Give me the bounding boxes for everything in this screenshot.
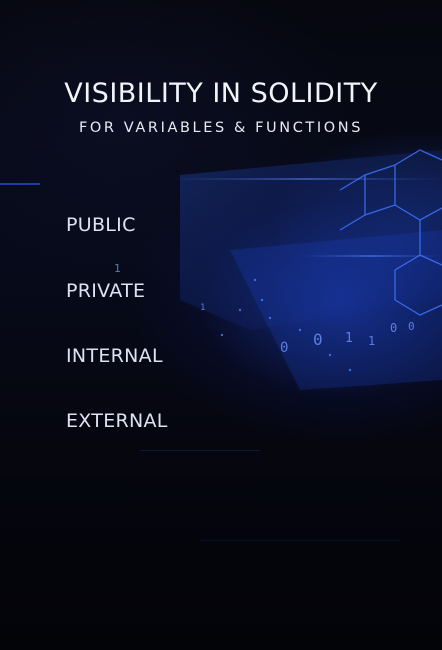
- visibility-item-external: EXTERNAL: [66, 410, 168, 432]
- binary-digit: 1: [368, 334, 375, 348]
- light-streak: [140, 450, 260, 451]
- light-beam: [170, 178, 442, 180]
- binary-digit: 0: [408, 320, 415, 333]
- slide-canvas: 1 0 0 1 1 0 0 1 VISIBILITY IN SOLIDITY F…: [0, 0, 442, 650]
- visibility-item-internal: INTERNAL: [66, 345, 163, 367]
- light-beam: [300, 255, 442, 257]
- angled-panel-shape: [230, 230, 442, 390]
- binary-digit: 1: [114, 262, 121, 275]
- binary-digit: 1: [200, 303, 205, 313]
- binary-digit: 0: [390, 321, 397, 335]
- binary-digit: 1: [345, 331, 353, 346]
- visibility-item-public: PUBLIC: [66, 214, 136, 236]
- light-streak: [200, 540, 400, 541]
- binary-digit: 0: [280, 340, 288, 356]
- slide-title: VISIBILITY IN SOLIDITY: [64, 78, 378, 109]
- light-beam: [0, 183, 40, 185]
- binary-digit: 0: [313, 330, 323, 349]
- slide-subtitle: FOR VARIABLES & FUNCTIONS: [78, 120, 364, 136]
- visibility-item-private: PRIVATE: [66, 280, 146, 302]
